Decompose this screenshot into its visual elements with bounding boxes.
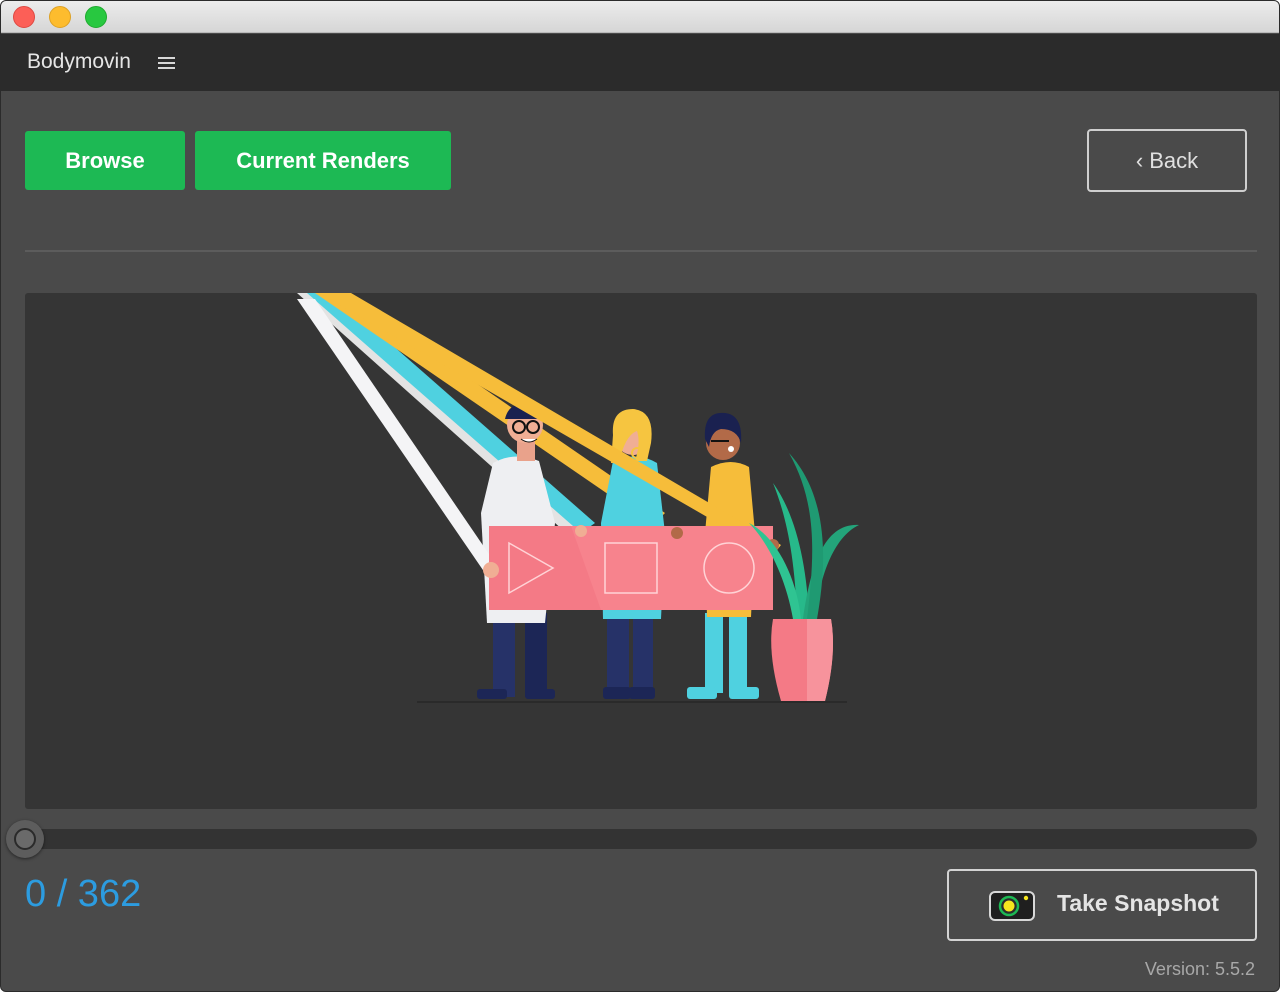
app-title: Bodymovin <box>27 50 131 73</box>
minimize-window-button[interactable] <box>49 6 71 28</box>
animation-preview <box>25 293 1257 809</box>
maximize-window-button[interactable] <box>85 6 107 28</box>
camera-icon <box>989 891 1035 921</box>
back-button[interactable]: ‹ Back <box>1087 129 1247 192</box>
timeline-slider-track[interactable] <box>25 829 1257 849</box>
app-header: Bodymovin <box>1 34 1279 91</box>
divider <box>25 250 1257 252</box>
timeline-slider-handle[interactable] <box>6 820 44 858</box>
browse-button[interactable]: Browse <box>25 131 185 190</box>
media-controls-banner <box>489 526 773 610</box>
window-titlebar <box>1 1 1279 33</box>
version-label: Version: 5.5.2 <box>1144 959 1255 979</box>
frame-counter: 0 / 362 <box>25 873 142 915</box>
animation-illustration <box>297 293 859 703</box>
hamburger-menu-icon[interactable] <box>158 55 176 71</box>
take-snapshot-button[interactable]: Take Snapshot <box>947 869 1257 941</box>
take-snapshot-label: Take Snapshot <box>1057 890 1219 916</box>
close-window-button[interactable] <box>13 6 35 28</box>
current-renders-button[interactable]: Current Renders <box>195 131 451 190</box>
app-window: Bodymovin Browse Current Renders ‹ Back <box>0 0 1280 992</box>
